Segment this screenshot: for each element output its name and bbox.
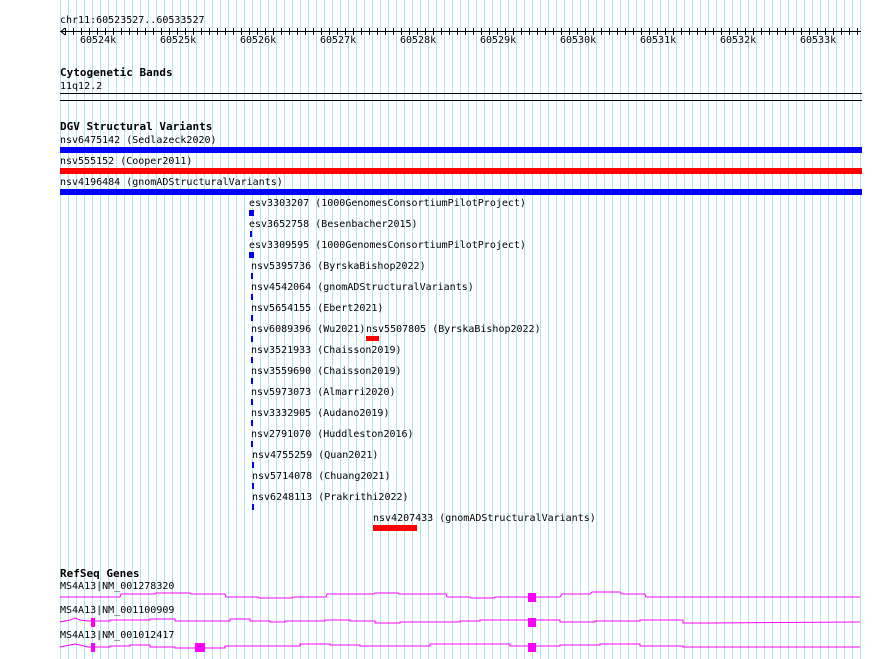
gene-exon bbox=[91, 643, 95, 652]
gene-exon bbox=[195, 643, 205, 652]
gene-models[interactable] bbox=[0, 0, 890, 659]
gene-intron-line bbox=[60, 591, 860, 599]
gene-exon bbox=[528, 593, 536, 602]
gene-exon bbox=[528, 618, 536, 627]
gene-intron-line bbox=[59, 617, 861, 624]
gene-exon bbox=[91, 618, 95, 627]
gene-intron-line bbox=[59, 643, 860, 649]
gene-exon bbox=[528, 643, 536, 652]
